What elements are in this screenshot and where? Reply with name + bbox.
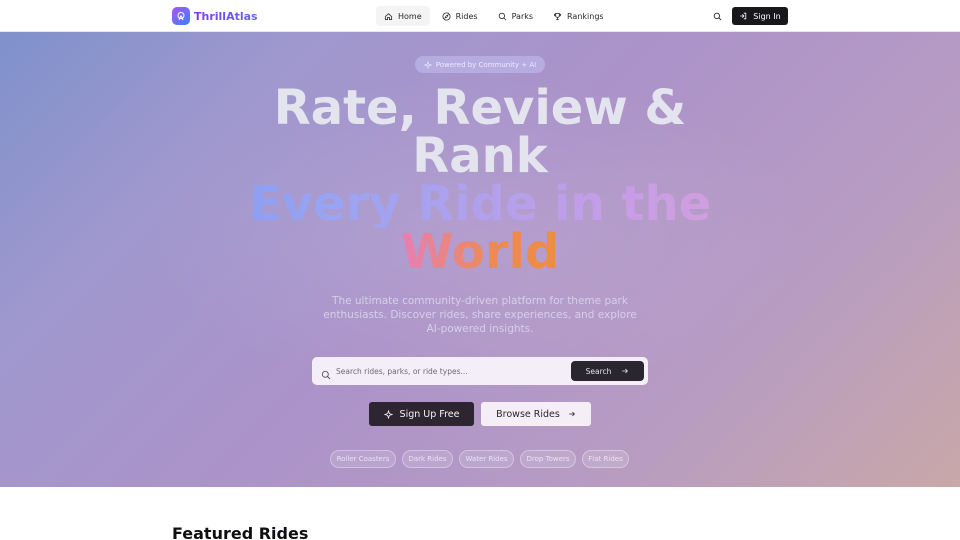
browse-rides-label: Browse Rides [496, 408, 560, 420]
browse-rides-button[interactable]: Browse Rides [481, 402, 591, 426]
nav-item-home[interactable]: Home [376, 6, 430, 26]
top-navigation-bar: ThrillAtlas Home Rides Parks Rankings Si… [0, 0, 960, 32]
headline-line-2: Rank [412, 128, 548, 184]
hero-section: Powered by Community + AI Rate, Review &… [0, 32, 960, 487]
chip-drop-towers[interactable]: Drop Towers [520, 450, 576, 468]
sign-in-button[interactable]: Sign In [732, 7, 788, 25]
nav-item-rides[interactable]: Rides [434, 6, 486, 26]
arrow-right-icon [622, 368, 629, 374]
sparkles-icon [383, 409, 393, 419]
nav-label-home: Home [398, 11, 422, 21]
nav-label-rides: Rides [455, 11, 478, 21]
featured-rides-title: Featured Rides [172, 524, 309, 540]
nav-label-parks: Parks [511, 11, 534, 21]
hero-subtitle: The ultimate community-driven platform f… [323, 295, 637, 335]
nav-item-rankings[interactable]: Rankings [545, 6, 612, 26]
compass-icon [442, 11, 451, 21]
hero-search-bar: Search [312, 357, 648, 385]
trophy-icon [553, 12, 562, 20]
hero-badge-text: Powered by Community + AI [435, 60, 537, 69]
header-search-button[interactable] [710, 9, 724, 23]
chip-roller-coasters[interactable]: Roller Coasters [330, 450, 396, 468]
brand-name: ThrillAtlas [194, 9, 258, 23]
sparkles-icon [423, 60, 432, 69]
chip-flat-rides[interactable]: Flat Rides [582, 450, 629, 468]
headline-gradient-line-1: Every Ride in the [0, 180, 960, 228]
login-arrow-icon [740, 12, 747, 20]
search-icon [713, 12, 721, 20]
search-icon [498, 12, 506, 20]
sign-in-label: Sign In [753, 11, 781, 21]
brand-logo-link[interactable]: ThrillAtlas [172, 7, 258, 25]
sign-up-free-button[interactable]: Sign Up Free [369, 402, 474, 426]
main-nav: Home Rides Parks Rankings [376, 6, 612, 26]
headline-line-1: Rate, Review & [273, 80, 687, 136]
hero-search-input[interactable] [336, 363, 566, 379]
hero-search-button-label: Search [585, 366, 612, 376]
headline-gradient-line-2: World [400, 224, 560, 280]
arrow-right-icon [569, 411, 575, 417]
chip-dark-rides[interactable]: Dark Rides [402, 450, 453, 468]
hero-headline: Rate, Review & Rank Every Ride in the Wo… [0, 84, 960, 276]
nav-item-parks[interactable]: Parks [490, 6, 541, 26]
ferris-wheel-icon [172, 7, 190, 25]
chip-water-rides[interactable]: Water Rides [459, 450, 514, 468]
hero-badge: Powered by Community + AI [415, 56, 545, 73]
search-icon [321, 365, 331, 384]
sign-up-free-label: Sign Up Free [399, 408, 460, 420]
nav-label-rankings: Rankings [567, 11, 604, 21]
hero-search-button[interactable]: Search [571, 361, 644, 381]
home-icon [384, 12, 393, 20]
